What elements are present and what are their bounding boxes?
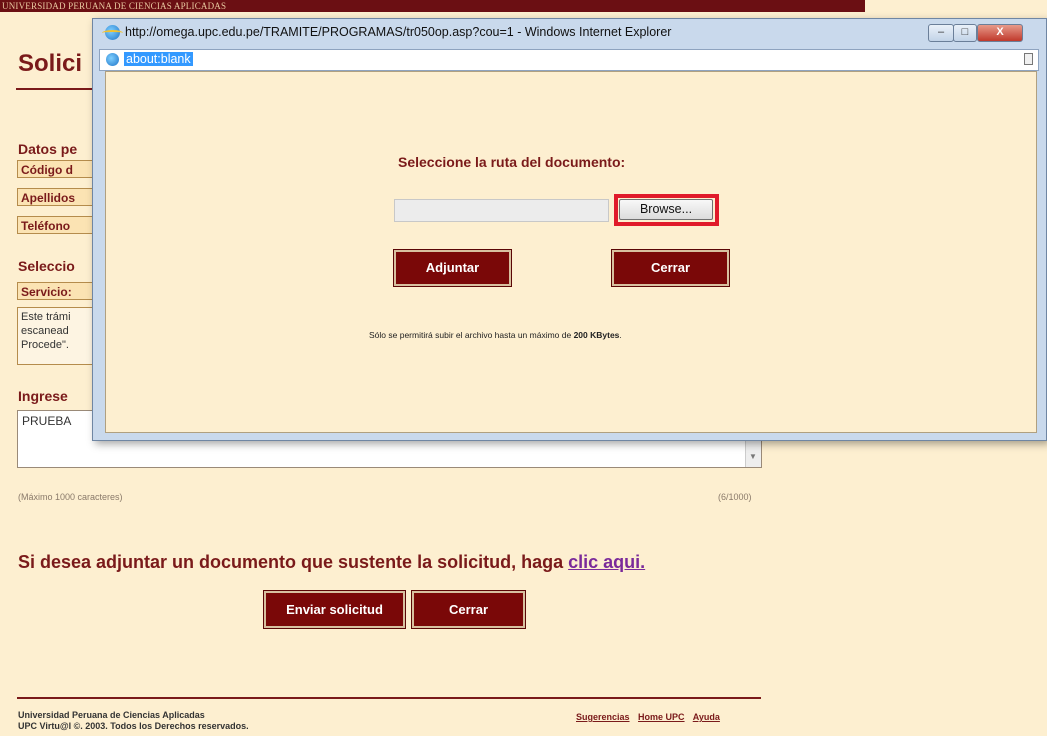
site-header-bar: UNIVERSIDAD PERUANA DE CIENCIAS APLICADA… (0, 0, 865, 12)
surname-label: Apellidos (17, 188, 95, 206)
send-request-button[interactable]: Enviar solicitud (264, 591, 405, 628)
footer-copyright: UPC Virtu@l ©. 2003. Todos los Derechos … (18, 721, 249, 731)
minimize-button[interactable]: – (928, 24, 954, 42)
ie-page-icon (106, 53, 119, 66)
maximize-button[interactable]: □ (953, 24, 977, 42)
ie-popup-window: http://omega.upc.edu.pe/TRAMITE/PROGRAMA… (92, 18, 1047, 441)
textarea-value: PRUEBA (22, 414, 72, 428)
personal-data-heading: Datos pe (18, 141, 78, 157)
footer-link-help[interactable]: Ayuda (693, 712, 720, 722)
request-text-heading: Ingrese (18, 388, 68, 404)
attach-prompt-text: Si desea adjuntar un documento que suste… (18, 552, 564, 572)
note-suffix: . (619, 330, 622, 340)
service-label: Servicio: (17, 282, 95, 300)
page-close-button[interactable]: Cerrar (412, 591, 525, 628)
attach-link[interactable]: clic aqui. (568, 552, 645, 572)
page-title: Solici (18, 50, 83, 77)
description-line: Procede". (21, 339, 69, 351)
service-selection-heading: Seleccio (18, 258, 75, 274)
address-text[interactable]: about:blank (124, 52, 193, 66)
footer-link-suggestions[interactable]: Sugerencias (576, 712, 630, 722)
popup-titlebar[interactable]: http://omega.upc.edu.pe/TRAMITE/PROGRAMA… (93, 19, 1046, 49)
student-code-label: Código d (17, 160, 95, 178)
file-path-input[interactable] (394, 199, 609, 222)
title-divider (16, 88, 96, 90)
site-header-text: UNIVERSIDAD PERUANA DE CIENCIAS APLICADA… (2, 1, 227, 11)
footer-divider (17, 697, 761, 699)
scroll-down-icon[interactable]: ▼ (749, 452, 757, 461)
window-close-button[interactable]: X (977, 24, 1023, 42)
footer-links: Sugerencias Home UPC Ayuda (576, 712, 726, 722)
description-line: escanead (21, 325, 69, 337)
phone-label: Teléfono (17, 216, 95, 234)
char-counter: (6/1000) (718, 492, 752, 502)
address-bar[interactable]: about:blank (99, 49, 1039, 71)
attach-button[interactable]: Adjuntar (394, 250, 511, 286)
description-line: Este trámi (21, 311, 71, 323)
internet-explorer-icon (102, 25, 123, 40)
note-prefix: Sólo se permitirá subir el archivo hasta… (369, 330, 572, 340)
note-limit: 200 KBytes (573, 330, 620, 340)
popup-content: Seleccione la ruta del documento: Browse… (105, 71, 1037, 433)
footer-university: Universidad Peruana de Ciencias Aplicada… (18, 710, 205, 720)
footer-link-home[interactable]: Home UPC (638, 712, 685, 722)
page-icon[interactable] (1024, 53, 1033, 65)
select-path-heading: Seleccione la ruta del documento: (398, 154, 626, 170)
service-description: Este trámi escanead Procede". (17, 307, 97, 365)
popup-close-button[interactable]: Cerrar (612, 250, 729, 286)
attach-prompt: Si desea adjuntar un documento que suste… (18, 552, 645, 573)
popup-window-title: http://omega.upc.edu.pe/TRAMITE/PROGRAMA… (125, 25, 672, 39)
browse-button[interactable]: Browse... (619, 199, 713, 220)
upload-limit-note: Sólo se permitirá subir el archivo hasta… (369, 330, 622, 340)
char-limit-hint: (Máximo 1000 caracteres) (18, 492, 123, 502)
